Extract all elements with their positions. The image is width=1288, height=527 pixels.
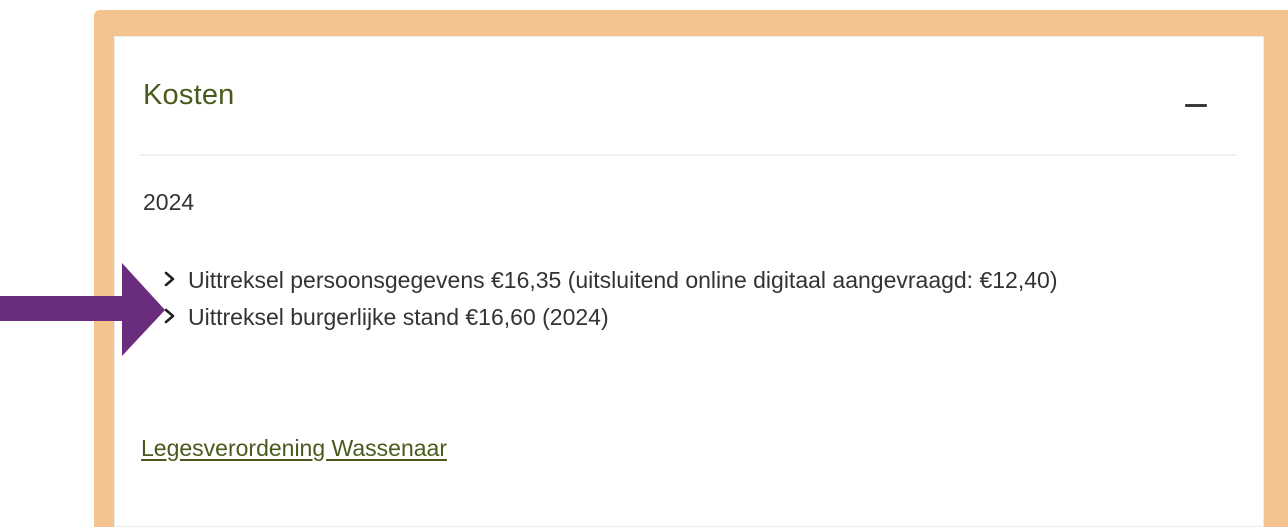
arrow-right-icon <box>0 263 165 356</box>
minus-icon[interactable] <box>1183 91 1211 119</box>
list-item-label: Uittreksel persoonsgegevens €16,35 (uits… <box>188 267 1058 293</box>
list-item: Uittreksel burgerlijke stand €16,60 (202… <box>163 296 1183 338</box>
cost-list: Uittreksel persoonsgegevens €16,35 (uits… <box>163 259 1183 338</box>
accordion-header[interactable]: Kosten <box>139 71 1239 121</box>
list-item-label: Uittreksel burgerlijke stand €16,60 (202… <box>188 304 609 330</box>
legesverordening-link[interactable]: Legesverordening Wassenaar <box>141 435 447 462</box>
list-item: Uittreksel persoonsgegevens €16,35 (uits… <box>163 259 1183 301</box>
year-heading: 2024 <box>143 189 195 215</box>
divider <box>139 154 1237 156</box>
costs-accordion-panel: Kosten 2024 Uittreksel persoonsgegevens … <box>114 36 1264 527</box>
accordion-title: Kosten <box>143 79 235 111</box>
